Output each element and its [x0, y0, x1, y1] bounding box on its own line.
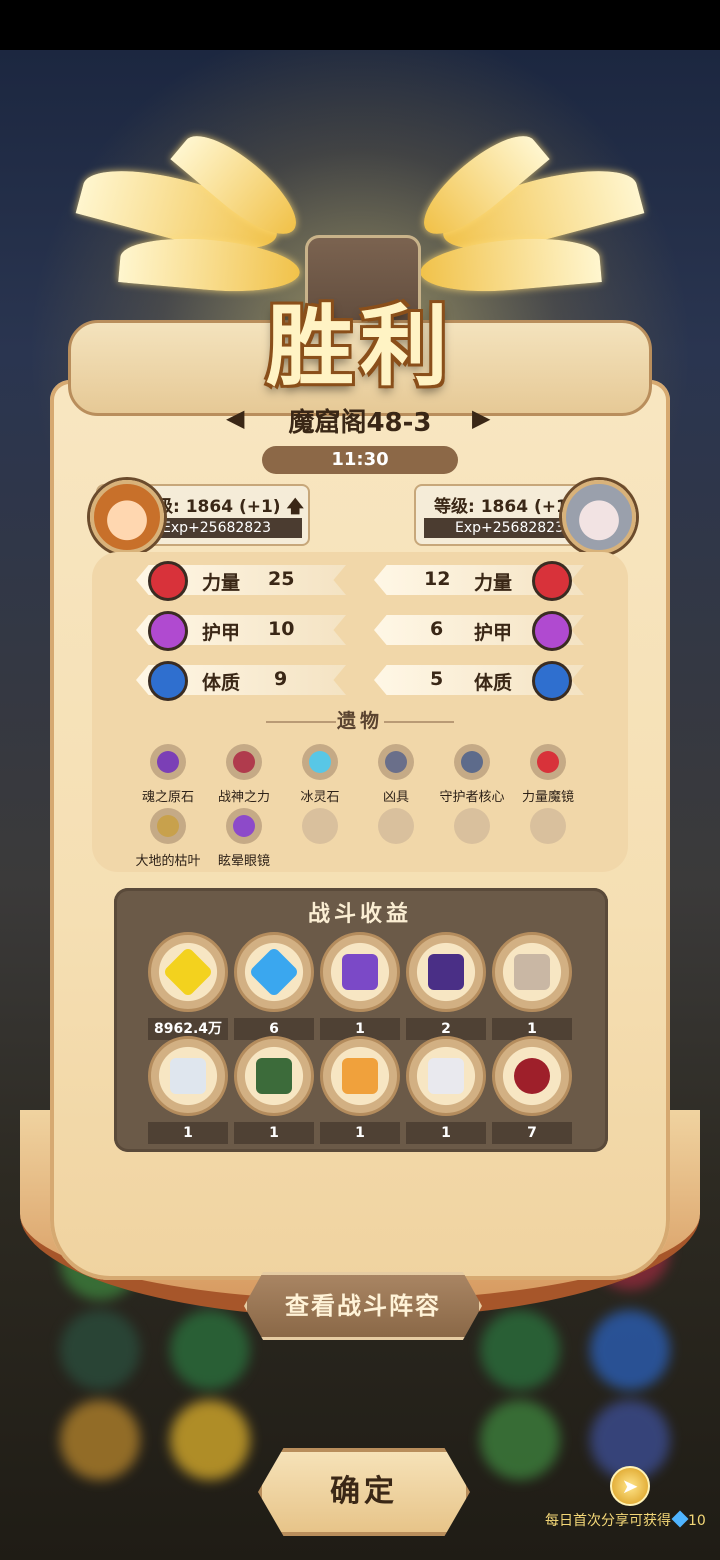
- reward-count: 7: [492, 1122, 572, 1144]
- level-up-arrow-icon: 🡅: [286, 497, 304, 517]
- relic-fierce-tool[interactable]: 凶具: [356, 744, 436, 805]
- share-icon[interactable]: ➤: [610, 1466, 650, 1506]
- relic-war-god-power[interactable]: 战神之力: [204, 744, 284, 805]
- red-ore-icon: [514, 1058, 550, 1094]
- magic-mirror-icon: [530, 744, 566, 780]
- glasses-icon: [226, 808, 262, 844]
- reward-count: 1: [406, 1122, 486, 1144]
- green-robot-card-icon: [256, 1058, 292, 1094]
- reward-item[interactable]: 2: [406, 932, 486, 1040]
- constitution-icon: [148, 661, 188, 701]
- relic-strength-mirror[interactable]: 力量魔镜: [508, 744, 588, 805]
- strength-icon: [532, 561, 572, 601]
- relic-dizzy-glasses[interactable]: 眩晕眼镜: [204, 808, 284, 869]
- right-player-exp: Exp+25682823: [424, 518, 570, 538]
- empty-relic-slot: [378, 808, 414, 844]
- relic-earth-leaf[interactable]: 大地的枯叶: [128, 808, 208, 869]
- withered-leaf-icon: [150, 808, 186, 844]
- stage-name: 魔窟阁48-3: [288, 408, 432, 438]
- right-player-level: 等级: 1864 (+1): [434, 497, 576, 517]
- strength-icon: [148, 561, 188, 601]
- white-creature-card-icon: [428, 1058, 464, 1094]
- relic-soul-stone[interactable]: 魂之原石: [128, 744, 208, 805]
- war-god-power-icon: [226, 744, 262, 780]
- battle-earnings-title: 战斗收益: [307, 902, 412, 927]
- reward-item[interactable]: 1: [492, 932, 572, 1040]
- reward-item[interactable]: 1: [148, 1036, 228, 1144]
- battle-time: 11:30: [262, 446, 458, 474]
- demon-mask-icon: [378, 744, 414, 780]
- reward-count: 1: [234, 1122, 314, 1144]
- reward-item[interactable]: 6: [234, 932, 314, 1040]
- diamond-icon: [671, 1510, 689, 1528]
- ice-crystal-icon: [302, 744, 338, 780]
- ghost-card-icon: [170, 1058, 206, 1094]
- view-battle-lineup-button[interactable]: 查看战斗阵容: [244, 1272, 482, 1340]
- relic-guardian-core[interactable]: 守护者核心: [432, 744, 512, 805]
- status-bar: [0, 0, 720, 50]
- empty-relic-slot: [302, 808, 338, 844]
- reward-item[interactable]: 1: [320, 1036, 400, 1144]
- blue-gem-icon: [248, 946, 300, 998]
- right-player-avatar: [562, 480, 636, 554]
- relics-divider-right: [384, 721, 454, 723]
- dog-card-icon: [514, 954, 550, 990]
- armor-icon: [532, 611, 572, 651]
- victory-title: 胜利: [265, 295, 454, 398]
- next-stage-arrow-icon[interactable]: ▶: [472, 404, 490, 432]
- reward-count: 1: [320, 1122, 400, 1144]
- reward-item[interactable]: 8962.4万: [148, 932, 228, 1040]
- gold-gem-icon: [162, 946, 214, 998]
- reward-item[interactable]: 1: [234, 1036, 314, 1144]
- empty-relic-slot: [454, 808, 490, 844]
- reward-item[interactable]: 7: [492, 1036, 572, 1144]
- purple-monster-card-icon: [342, 954, 378, 990]
- relics-label: 遗物: [336, 710, 383, 732]
- left-player-avatar: [90, 480, 164, 554]
- reward-count: 1: [148, 1122, 228, 1144]
- guardian-core-icon: [454, 744, 490, 780]
- reward-item[interactable]: 1: [406, 1036, 486, 1144]
- empty-relic-slot: [530, 808, 566, 844]
- soul-stone-icon: [150, 744, 186, 780]
- dark-monster-card-icon: [428, 954, 464, 990]
- constitution-icon: [532, 661, 572, 701]
- bird-card-icon: [342, 1058, 378, 1094]
- armor-icon: [148, 611, 188, 651]
- share-reward-tip: 每日首次分享可获得 10: [545, 1510, 706, 1530]
- left-player-exp: Exp+25682823: [156, 518, 302, 538]
- reward-item[interactable]: 1: [320, 932, 400, 1040]
- relic-ice-stone[interactable]: 冰灵石: [280, 744, 360, 805]
- confirm-button[interactable]: 确定: [258, 1448, 470, 1536]
